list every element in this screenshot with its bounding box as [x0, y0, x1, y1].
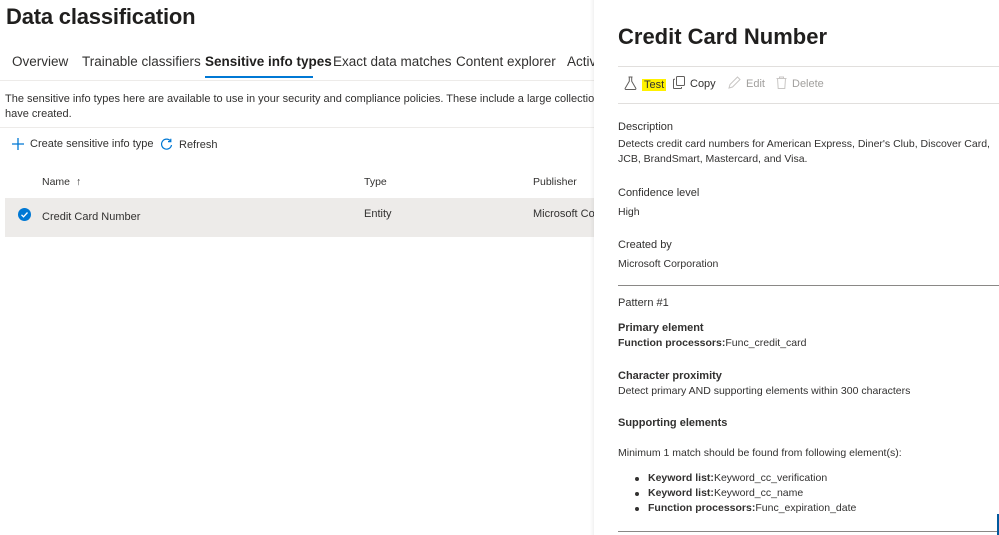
- details-panel: Credit Card Number Test Copy Edit Delete…: [594, 0, 999, 535]
- supporting-elements-list: Keyword list:Keyword_cc_verification Key…: [632, 471, 856, 516]
- beaker-icon: [624, 76, 637, 93]
- list-item: Keyword list:Keyword_cc_name: [632, 486, 856, 501]
- delete-icon: [776, 76, 787, 92]
- intro-line-1: The sensitive info types here are availa…: [5, 93, 595, 105]
- active-tab-indicator: [205, 76, 313, 78]
- character-proximity-label: Character proximity: [618, 370, 722, 382]
- test-button-label: Test: [642, 78, 667, 91]
- create-sensitive-info-type-button[interactable]: Create sensitive info type: [12, 138, 154, 150]
- delete-button-label: Delete: [792, 78, 824, 90]
- description-line-1: Detects credit card numbers for American…: [618, 138, 990, 150]
- confidence-level-value: High: [618, 206, 640, 218]
- supporting-item-key: Function processors:: [648, 502, 756, 514]
- tab-content-explorer[interactable]: Content explorer: [456, 54, 556, 69]
- sort-ascending-icon: ↑: [75, 176, 82, 188]
- tab-overview[interactable]: Overview: [12, 54, 68, 69]
- column-header-name-label: Name: [42, 176, 71, 188]
- supporting-item-value: Keyword_cc_name: [713, 487, 804, 499]
- supporting-item-value: Func_expiration_date: [755, 502, 857, 514]
- check-circle-icon[interactable]: [18, 208, 31, 226]
- primary-element-processor: Func_credit_card: [725, 337, 807, 349]
- primary-element-key: Function processors:: [618, 337, 726, 349]
- copy-icon: [673, 76, 685, 92]
- refresh-icon: [160, 138, 173, 151]
- intro-text: The sensitive info types here are availa…: [5, 92, 595, 122]
- supporting-elements-intro: Minimum 1 match should be found from fol…: [618, 447, 902, 459]
- created-by-label: Created by: [618, 239, 672, 251]
- column-header-publisher[interactable]: Publisher: [533, 176, 577, 188]
- confidence-level-label: Confidence level: [618, 187, 700, 199]
- page-title: Data classification: [6, 4, 196, 29]
- panel-title: Credit Card Number: [618, 24, 828, 49]
- edit-button-label: Edit: [746, 78, 765, 90]
- refresh-button-label: Refresh: [179, 138, 218, 151]
- tab-trainable-classifiers[interactable]: Trainable classifiers: [82, 54, 201, 69]
- column-header-type[interactable]: Type: [364, 176, 387, 188]
- supporting-item-key: Keyword list:: [648, 472, 714, 484]
- row-name: Credit Card Number: [42, 211, 141, 223]
- tab-exact-data-matches[interactable]: Exact data matches: [333, 54, 452, 69]
- column-header-name[interactable]: Name ↑: [42, 176, 81, 188]
- pattern-divider: [618, 285, 999, 286]
- list-item: Function processors:Func_expiration_date: [632, 501, 856, 516]
- table-row[interactable]: Credit Card Number Entity Microsoft Corp: [5, 198, 605, 237]
- description-label: Description: [618, 121, 674, 133]
- supporting-elements-label: Supporting elements: [618, 417, 728, 429]
- primary-element-label: Primary element: [618, 322, 704, 334]
- tabs-divider: [0, 80, 600, 81]
- edit-button[interactable]: Edit: [728, 76, 765, 92]
- tab-sensitive-info-types[interactable]: Sensitive info types: [205, 54, 332, 69]
- panel-header-divider: [618, 66, 999, 67]
- supporting-item-value: Keyword_cc_verification: [713, 472, 828, 484]
- test-button[interactable]: Test: [624, 76, 667, 93]
- bottom-divider: [618, 531, 999, 532]
- list-item: Keyword list:Keyword_cc_verification: [632, 471, 856, 486]
- delete-button[interactable]: Delete: [776, 76, 824, 92]
- copy-button-label: Copy: [690, 78, 716, 90]
- primary-element-value: Function processors:Func_credit_card: [618, 336, 993, 351]
- row-type: Entity: [364, 208, 392, 220]
- description-value: Detects credit card numbers for American…: [618, 137, 993, 167]
- supporting-item-key: Keyword list:: [648, 487, 714, 499]
- character-proximity-value: Detect primary AND supporting elements w…: [618, 385, 911, 397]
- description-line-2: JCB, BrandSmart, Mastercard, and Visa.: [618, 153, 808, 165]
- edit-icon: [728, 76, 741, 92]
- created-by-value: Microsoft Corporation: [618, 258, 719, 270]
- create-button-label: Create sensitive info type: [30, 138, 154, 150]
- refresh-button[interactable]: Refresh: [160, 138, 218, 151]
- actions-divider: [618, 103, 999, 104]
- intro-line-2: have created.: [5, 108, 72, 120]
- pattern-label: Pattern #1: [618, 297, 669, 309]
- add-icon: [12, 138, 24, 150]
- copy-button[interactable]: Copy: [673, 76, 716, 92]
- command-bar-divider: [0, 127, 600, 128]
